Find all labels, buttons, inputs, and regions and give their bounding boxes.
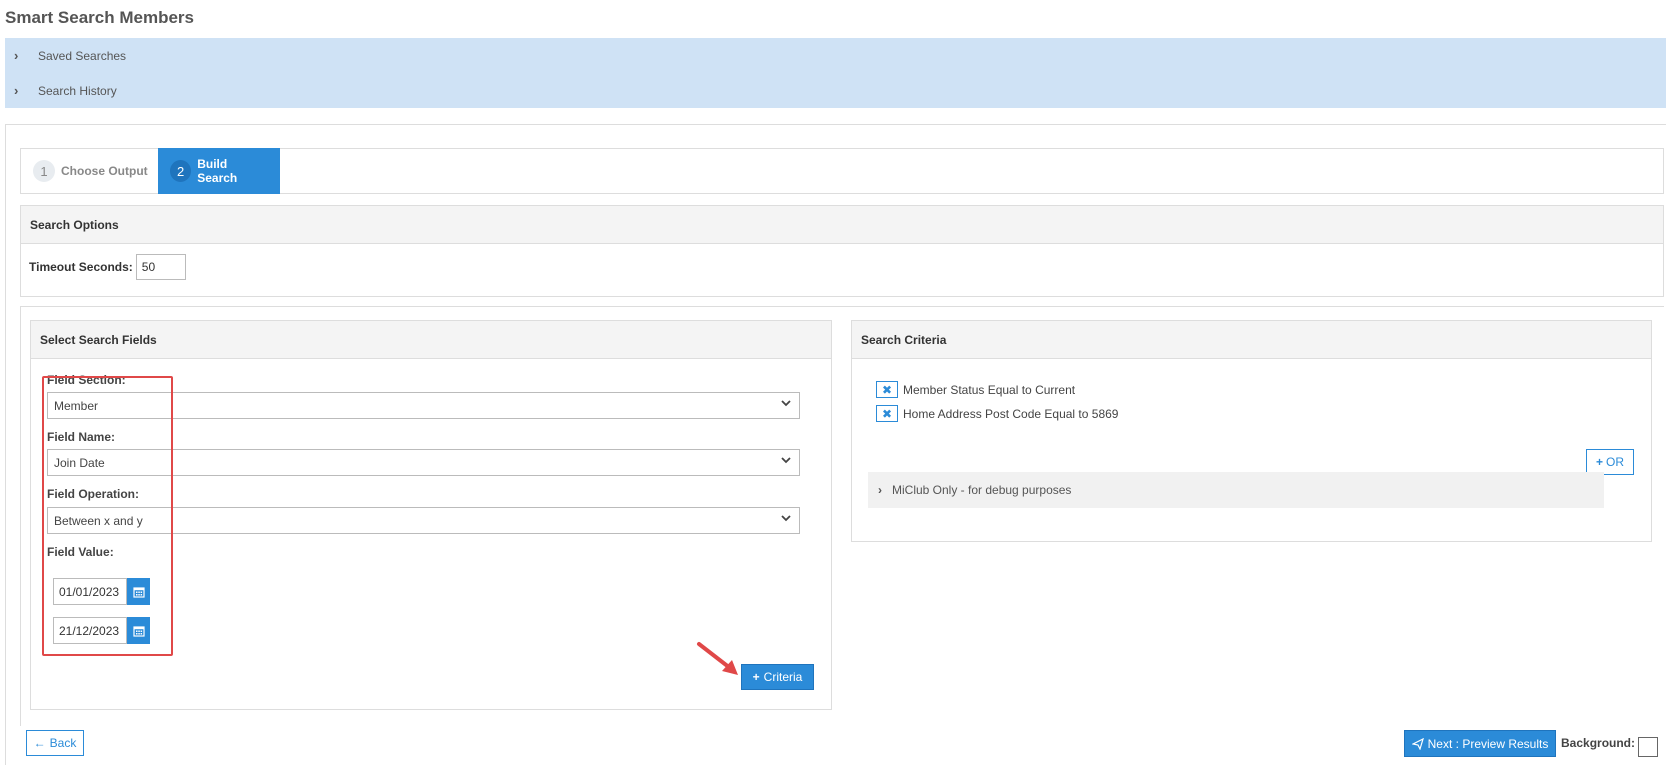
criteria-item: ✖ Home Address Post Code Equal to 5869 (876, 405, 1118, 422)
arrow-left-icon: ← (33, 736, 46, 750)
wizard-steps: 1 Choose Output 2 Build Search (20, 148, 1664, 194)
page-title: Smart Search Members (5, 8, 194, 27)
field-value-label: Field Value: (47, 545, 114, 559)
chevron-right-icon: › (14, 48, 19, 63)
chevron-right-icon: › (14, 83, 19, 98)
search-criteria-heading: Search Criteria (852, 321, 1651, 359)
step-number: 1 (33, 160, 55, 182)
chevron-right-icon: › (878, 483, 882, 497)
or-label: OR (1606, 455, 1624, 469)
calendar-icon (132, 586, 145, 598)
arrow-annotation-icon (697, 642, 738, 675)
plus-icon: + (1595, 455, 1603, 469)
field-name-value: Join Date (54, 455, 105, 470)
remove-criteria-button[interactable]: ✖ (876, 405, 898, 422)
search-history-label: Search History (38, 83, 117, 98)
debug-label: MiClub Only - for debug purposes (892, 483, 1072, 497)
chevron-down-icon (781, 515, 791, 522)
add-criteria-label: Criteria (763, 670, 803, 684)
timeout-input[interactable] (135, 254, 186, 280)
criteria-text: Member Status Equal to Current (903, 382, 1076, 397)
saved-searches-accordion[interactable]: › Saved Searches (5, 38, 1666, 73)
timeout-label: Timeout Seconds: (29, 260, 133, 274)
field-operation-value: Between x and y (54, 513, 143, 528)
background-checkbox[interactable] (1638, 737, 1658, 757)
field-section-value: Member (54, 398, 99, 413)
date-to-calendar-button[interactable] (127, 617, 150, 644)
timeout-row: Timeout Seconds: (29, 254, 186, 280)
background-label: Background: (1561, 736, 1636, 750)
search-criteria-panel: Search Criteria ✖ Member Status Equal to… (851, 320, 1652, 542)
back-button[interactable]: ← Back (26, 730, 84, 756)
step-label: Build Search (197, 157, 238, 185)
search-options-heading: Search Options (21, 206, 1663, 244)
remove-criteria-button[interactable]: ✖ (876, 381, 898, 398)
step-build-search[interactable]: 2 Build Search (158, 148, 280, 194)
field-name-label: Field Name: (47, 430, 116, 444)
chevron-down-icon (781, 400, 791, 407)
search-options-panel: Search Options Timeout Seconds: (20, 205, 1664, 297)
field-name-select[interactable]: Join Date (47, 449, 800, 476)
debug-section-toggle[interactable]: › MiClub Only - for debug purposes (868, 472, 1604, 508)
saved-searches-label: Saved Searches (38, 48, 127, 63)
step-choose-output[interactable]: 1 Choose Output (21, 148, 160, 194)
field-section-select[interactable]: Member (47, 392, 800, 419)
criteria-text: Home Address Post Code Equal to 5869 (903, 406, 1119, 421)
calendar-icon (132, 625, 145, 637)
search-history-accordion[interactable]: › Search History (5, 73, 1666, 108)
plus-icon: + (752, 670, 760, 684)
step-label: Choose Output (61, 164, 148, 178)
paper-plane-icon (1411, 737, 1424, 750)
back-label: Back (49, 736, 77, 750)
field-operation-select[interactable]: Between x and y (47, 507, 800, 534)
date-to-input[interactable] (53, 617, 127, 644)
date-from-calendar-button[interactable] (127, 578, 150, 605)
criteria-item: ✖ Member Status Equal to Current (876, 381, 1075, 398)
field-operation-label: Field Operation: (47, 487, 140, 501)
date-from-input[interactable] (53, 578, 127, 605)
chevron-down-icon (781, 457, 791, 464)
next-label: Next : Preview Results (1427, 736, 1549, 751)
add-criteria-button[interactable]: + Criteria (741, 664, 814, 690)
date-to-group (53, 617, 150, 644)
step-number: 2 (170, 160, 192, 182)
date-from-group (53, 578, 150, 605)
next-preview-results-button[interactable]: Next : Preview Results (1404, 730, 1556, 757)
field-section-label: Field Section: (47, 373, 126, 387)
select-fields-heading: Select Search Fields (31, 321, 831, 359)
